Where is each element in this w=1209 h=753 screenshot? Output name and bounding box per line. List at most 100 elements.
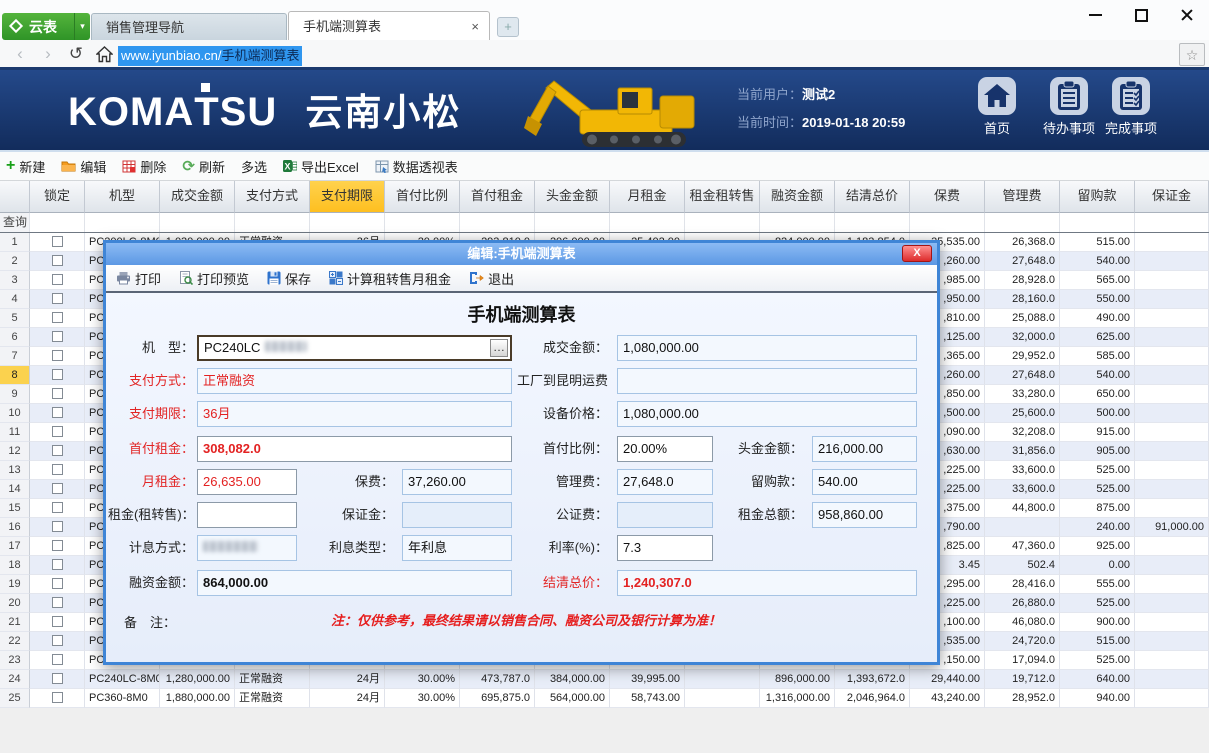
nav-home-button[interactable]: 首页: [964, 76, 1030, 137]
filter-cell[interactable]: [160, 213, 235, 232]
filter-cell[interactable]: [1060, 213, 1135, 232]
pay-method-field[interactable]: 正常融资: [197, 368, 512, 394]
row-checkbox[interactable]: [52, 616, 63, 627]
col-header-down-rent[interactable]: 首付租金: [460, 181, 535, 213]
minimize-button[interactable]: [1078, 4, 1112, 26]
nav-done-button[interactable]: 完成事项: [1098, 76, 1164, 137]
maximize-button[interactable]: [1124, 4, 1158, 26]
retain-field[interactable]: 540.00: [812, 469, 917, 495]
month-rent-field[interactable]: 26,635.00: [197, 469, 297, 495]
url-input[interactable]: www.iyunbiao.cn/手机端测算表: [118, 46, 302, 66]
filter-cell[interactable]: [235, 213, 310, 232]
rate-field[interactable]: 7.3: [617, 535, 713, 561]
filter-cell[interactable]: [310, 213, 385, 232]
refresh-icon[interactable]: ↺: [64, 43, 88, 65]
filter-cell[interactable]: [30, 213, 85, 232]
filter-cell[interactable]: [760, 213, 835, 232]
filter-cell[interactable]: [460, 213, 535, 232]
pivot-table-button[interactable]: 数据透视表: [375, 157, 458, 176]
row-checkbox[interactable]: [52, 350, 63, 361]
filter-cell[interactable]: [535, 213, 610, 232]
col-header-rent-resale[interactable]: 租金租转售: [685, 181, 760, 213]
dialog-close-button[interactable]: X: [902, 245, 932, 262]
tab-close-icon[interactable]: ×: [471, 12, 479, 41]
row-checkbox[interactable]: [52, 559, 63, 570]
interest-type-field[interactable]: 年利息: [402, 535, 512, 561]
filter-cell[interactable]: [85, 213, 160, 232]
row-checkbox[interactable]: [52, 312, 63, 323]
down-ratio-field[interactable]: 20.00%: [617, 436, 713, 462]
row-checkbox[interactable]: [52, 388, 63, 399]
table-row[interactable]: 25PC360-8M01,880,000.00正常融资24月30.00%695,…: [0, 689, 1209, 708]
row-checkbox[interactable]: [52, 540, 63, 551]
nav-todo-button[interactable]: 待办事项: [1036, 76, 1102, 137]
row-checkbox[interactable]: [52, 255, 63, 266]
down-rent-field[interactable]: 308,082.0: [197, 436, 512, 462]
delete-button[interactable]: 删除: [122, 157, 166, 176]
bookmark-star-icon[interactable]: ☆: [1179, 43, 1205, 66]
new-button[interactable]: +新建: [6, 157, 45, 176]
filter-cell[interactable]: [1135, 213, 1209, 232]
dialog-titlebar[interactable]: 编辑:手机端测算表 X: [106, 243, 937, 265]
row-checkbox[interactable]: [52, 236, 63, 247]
row-checkbox[interactable]: [52, 635, 63, 646]
forward-button[interactable]: ›: [36, 43, 60, 65]
new-tab-button[interactable]: +: [497, 17, 519, 37]
row-checkbox[interactable]: [52, 426, 63, 437]
filter-cell[interactable]: [985, 213, 1060, 232]
deposit-field[interactable]: [402, 502, 512, 528]
row-checkbox[interactable]: [52, 407, 63, 418]
col-header-pay-term[interactable]: 支付期限: [310, 181, 385, 213]
col-header-month-rent[interactable]: 月租金: [610, 181, 685, 213]
row-checkbox[interactable]: [52, 369, 63, 380]
export-excel-button[interactable]: X 导出Excel: [283, 157, 359, 176]
freight-field[interactable]: [617, 368, 917, 394]
finance-amount-field[interactable]: 864,000.00: [197, 570, 512, 596]
deal-amount-field[interactable]: 1,080,000.00: [617, 335, 917, 361]
col-header-finance-amount[interactable]: 融资金额: [760, 181, 835, 213]
row-checkbox[interactable]: [52, 274, 63, 285]
model-combobox[interactable]: PC240LC …: [197, 335, 512, 361]
col-header-pay-method[interactable]: 支付方式: [235, 181, 310, 213]
chevron-down-icon[interactable]: ▾: [74, 13, 90, 40]
row-checkbox[interactable]: [52, 597, 63, 608]
col-header-down-ratio[interactable]: 首付比例: [385, 181, 460, 213]
col-header-retain[interactable]: 留购款: [1060, 181, 1135, 213]
row-checkbox[interactable]: [52, 483, 63, 494]
home-icon[interactable]: [92, 43, 116, 65]
filter-cell[interactable]: [385, 213, 460, 232]
device-price-field[interactable]: 1,080,000.00: [617, 401, 917, 427]
print-button[interactable]: 打印: [116, 269, 161, 288]
row-checkbox[interactable]: [52, 464, 63, 475]
row-checkbox[interactable]: [52, 521, 63, 532]
tab-sales-nav[interactable]: 销售管理导航: [91, 13, 287, 40]
row-checkbox[interactable]: [52, 654, 63, 665]
col-header-insurance[interactable]: 保费: [910, 181, 985, 213]
insurance-field[interactable]: 37,260.00: [402, 469, 512, 495]
row-checkbox[interactable]: [52, 502, 63, 513]
col-header-head-amount[interactable]: 头金金额: [535, 181, 610, 213]
col-header-deposit[interactable]: 保证金: [1135, 181, 1209, 213]
col-header-deal-amount[interactable]: 成交金额: [160, 181, 235, 213]
calc-resale-rent-button[interactable]: 计算租转售月租金: [329, 269, 451, 288]
row-checkbox[interactable]: [52, 673, 63, 684]
refresh-button[interactable]: ⟳刷新: [182, 157, 225, 176]
tab-calc-sheet[interactable]: 手机端测算表 ×: [288, 11, 490, 40]
row-checkbox[interactable]: [52, 293, 63, 304]
rent-total-field[interactable]: 958,860.00: [812, 502, 917, 528]
filter-cell[interactable]: [835, 213, 910, 232]
col-header-lock[interactable]: 锁定: [30, 181, 85, 213]
row-checkbox[interactable]: [52, 692, 63, 703]
rent-resale-field[interactable]: [197, 502, 297, 528]
col-header-model[interactable]: 机型: [85, 181, 160, 213]
exit-button[interactable]: 退出: [469, 269, 514, 288]
pay-term-field[interactable]: 36月: [197, 401, 512, 427]
notary-field[interactable]: [617, 502, 713, 528]
save-button[interactable]: 保存: [267, 269, 311, 288]
edit-button[interactable]: 编辑: [61, 157, 106, 176]
filter-cell[interactable]: [910, 213, 985, 232]
filter-cell[interactable]: [610, 213, 685, 232]
row-checkbox[interactable]: [52, 578, 63, 589]
app-menu-button[interactable]: 云表 ▾: [2, 13, 90, 40]
table-row[interactable]: 24PC240LC-8M01,280,000.00正常融资24月30.00%47…: [0, 670, 1209, 689]
